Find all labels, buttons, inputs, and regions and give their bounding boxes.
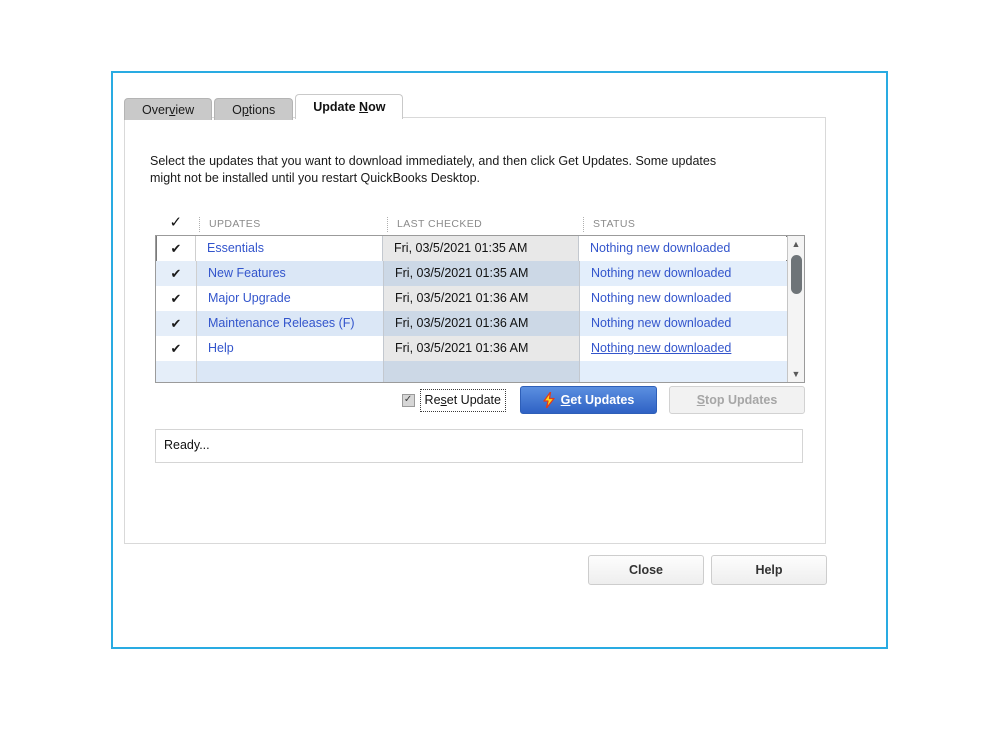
row-checkbox[interactable]: ✔ xyxy=(156,311,197,336)
row-update-name[interactable]: New Features xyxy=(197,261,384,286)
row-checkbox[interactable]: ✔ xyxy=(156,261,197,286)
row-status-empty xyxy=(580,361,787,382)
row-checkbox[interactable]: ✔ xyxy=(156,336,197,361)
row-status[interactable]: Nothing new downloaded xyxy=(580,261,787,286)
tab-options-accel: p xyxy=(241,103,249,117)
reset-update-checkbox[interactable]: ✓ xyxy=(401,393,415,407)
table-row[interactable]: ✔ Essentials Fri, 03/5/2021 01:35 AM Not… xyxy=(156,236,804,261)
row-last-checked: Fri, 03/5/2021 01:36 AM xyxy=(384,311,580,336)
tab-update-now-label-post: ow xyxy=(368,100,386,114)
table-row-empty xyxy=(156,361,804,382)
tab-options[interactable]: Options xyxy=(214,98,294,120)
row-last-checked: Fri, 03/5/2021 01:36 AM xyxy=(384,286,580,311)
row-status[interactable]: Nothing new downloaded xyxy=(579,236,786,261)
row-last-checked: Fri, 03/5/2021 01:36 AM xyxy=(384,336,580,361)
table-row[interactable]: ✔ Help Fri, 03/5/2021 01:36 AM Nothing n… xyxy=(156,336,804,361)
lightning-bolt-icon xyxy=(543,392,555,408)
tab-update-now-label-pre: Update xyxy=(313,100,360,114)
tab-strip: Overview Options Update Now xyxy=(124,94,405,120)
status-message-bar: Ready... xyxy=(155,429,803,463)
reset-update-group[interactable]: ✓ Reset Update xyxy=(401,388,506,412)
table-row[interactable]: ✔ Maintenance Releases (F) Fri, 03/5/202… xyxy=(156,311,804,336)
screen: Overview Options Update Now Select the u… xyxy=(0,0,999,749)
row-update-name-empty xyxy=(197,361,384,382)
get-updates-button[interactable]: Get Updates xyxy=(520,386,657,414)
row-last-checked: Fri, 03/5/2021 01:35 AM xyxy=(384,261,580,286)
column-header-status[interactable]: STATUS xyxy=(581,213,786,235)
reset-update-label-post: et Update xyxy=(446,392,501,407)
tab-overview-label-pre: Over xyxy=(142,103,170,117)
tab-update-now[interactable]: Update Now xyxy=(295,94,404,119)
row-update-name[interactable]: Maintenance Releases (F) xyxy=(197,311,384,336)
reset-update-label-pre: Re xyxy=(424,392,441,407)
stop-updates-label: Stop Updates xyxy=(697,393,778,407)
help-button[interactable]: Help xyxy=(711,555,827,585)
scrollbar-thumb[interactable] xyxy=(791,255,802,294)
stop-updates-label-post: top Updates xyxy=(705,393,778,407)
table-row[interactable]: ✔ Major Upgrade Fri, 03/5/2021 01:36 AM … xyxy=(156,286,804,311)
column-header-check[interactable]: ✓ xyxy=(155,213,197,235)
row-status[interactable]: Nothing new downloaded xyxy=(580,311,787,336)
get-updates-label: Get Updates xyxy=(561,393,635,407)
get-updates-label-post: et Updates xyxy=(570,393,635,407)
tab-update-now-accel: N xyxy=(359,100,369,114)
grid-body: ✔ Essentials Fri, 03/5/2021 01:35 AM Not… xyxy=(155,235,805,383)
tab-options-label-post: tions xyxy=(248,103,276,117)
row-last-checked-empty xyxy=(384,361,580,382)
row-update-name[interactable]: Help xyxy=(197,336,384,361)
stop-updates-accel: S xyxy=(696,393,706,407)
scroll-up-icon[interactable]: ▲ xyxy=(788,236,804,252)
update-now-panel: Select the updates that you want to down… xyxy=(124,117,826,544)
row-checkbox-empty xyxy=(156,361,197,382)
tab-overview-label-post: iew xyxy=(175,103,195,117)
column-header-last-checked[interactable]: LAST CHECKED xyxy=(385,213,581,235)
update-quickbooks-dialog: Overview Options Update Now Select the u… xyxy=(111,71,888,649)
row-status[interactable]: Nothing new downloaded xyxy=(580,336,787,361)
instruction-text: Select the updates that you want to down… xyxy=(150,154,717,185)
tab-options-label-pre: O xyxy=(232,103,242,117)
row-checkbox[interactable]: ✔ xyxy=(157,236,196,261)
grid-header-row: ✓ UPDATES LAST CHECKED STATUS xyxy=(155,213,805,235)
grid-vertical-scrollbar[interactable]: ▲ ▼ xyxy=(787,236,804,382)
updates-grid: ✓ UPDATES LAST CHECKED STATUS ✔ Essentia… xyxy=(155,213,805,383)
close-button[interactable]: Close xyxy=(588,555,704,585)
table-row[interactable]: ✔ New Features Fri, 03/5/2021 01:35 AM N… xyxy=(156,261,804,286)
column-header-updates[interactable]: UPDATES xyxy=(197,213,385,235)
row-checkbox[interactable]: ✔ xyxy=(156,286,197,311)
stop-updates-button: Stop Updates xyxy=(669,386,805,414)
get-updates-accel: G xyxy=(560,393,571,407)
tab-overview[interactable]: Overview xyxy=(124,98,213,120)
action-row: ✓ Reset Update Get Updates Stop Updates xyxy=(155,386,805,414)
row-update-name[interactable]: Major Upgrade xyxy=(197,286,384,311)
reset-update-label[interactable]: Reset Update xyxy=(419,388,506,412)
scroll-down-icon[interactable]: ▼ xyxy=(788,366,804,382)
row-update-name[interactable]: Essentials xyxy=(196,236,383,261)
row-status[interactable]: Nothing new downloaded xyxy=(580,286,787,311)
row-last-checked: Fri, 03/5/2021 01:35 AM xyxy=(383,236,579,261)
